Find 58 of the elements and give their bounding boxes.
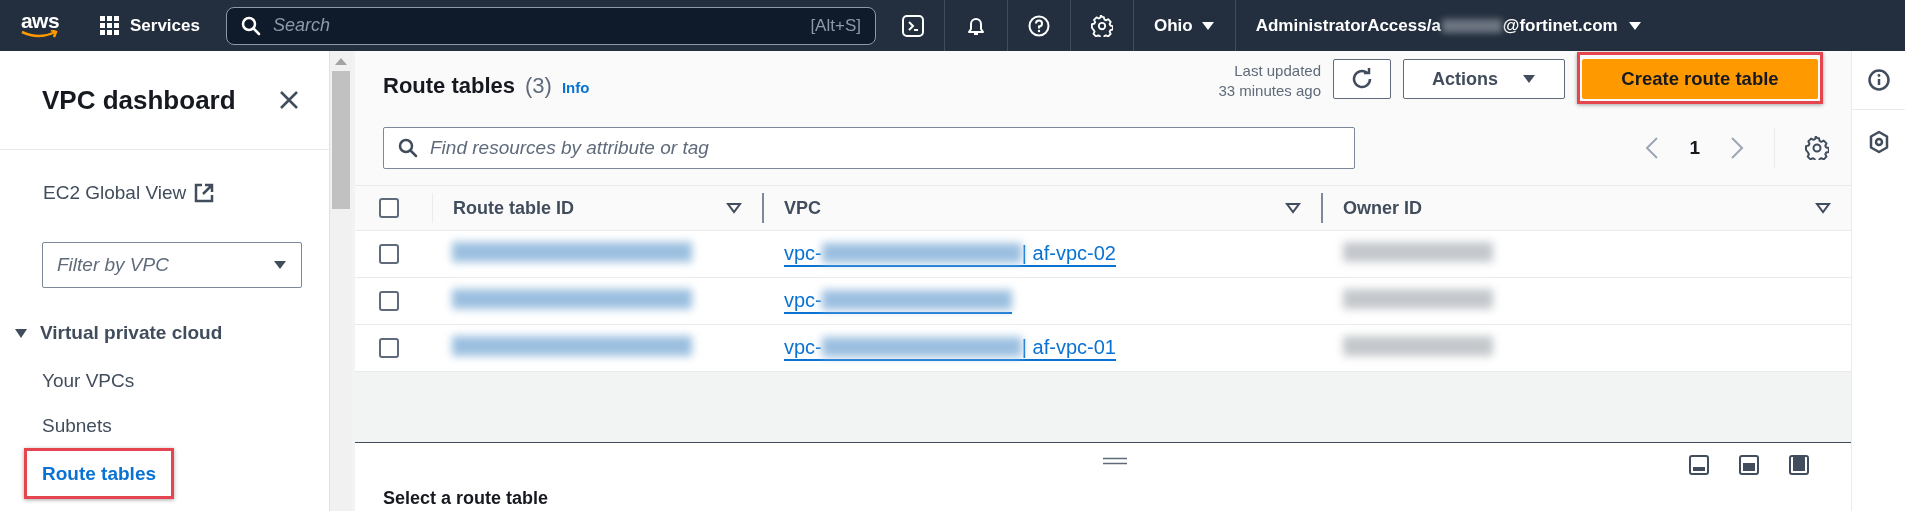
row-checkbox[interactable]: [379, 338, 399, 358]
external-link-icon: [194, 183, 215, 203]
select-all-checkbox[interactable]: [379, 198, 399, 218]
item-count: (3): [525, 73, 552, 99]
column-header[interactable]: Route table ID: [453, 197, 574, 219]
page-title: Route tables: [383, 73, 516, 99]
last-updated-text: Last updated 33 minutes ago: [1218, 61, 1321, 101]
panel-layout-icon[interactable]: [1739, 455, 1759, 475]
close-icon[interactable]: [279, 90, 300, 110]
sidebar-item[interactable]: Route tables: [24, 448, 175, 499]
column-header[interactable]: VPC: [784, 197, 821, 219]
vpc-link[interactable]: vpc-: [784, 288, 1012, 314]
column-header[interactable]: Owner ID: [1343, 197, 1422, 219]
panel-layout-icon[interactable]: [1689, 455, 1709, 475]
scrollbar-thumb[interactable]: [332, 71, 351, 209]
info-icon[interactable]: [1867, 69, 1890, 91]
refresh-icon: [1350, 67, 1374, 91]
sidebar-item[interactable]: Your VPCs: [24, 358, 153, 403]
info-link[interactable]: Info: [561, 79, 590, 96]
caret-icon: [273, 260, 287, 270]
filter-dropdown[interactable]: Filter by VPC: [42, 242, 302, 288]
account-menu[interactable]: AdministratorAccess/a @fortinet.com: [1255, 15, 1642, 36]
caret-icon: [1627, 20, 1642, 31]
search-field[interactable]: Search [Alt+S]: [225, 6, 876, 45]
sidebar-title: VPC dashboard: [42, 84, 236, 116]
row-checkbox[interactable]: [379, 291, 399, 311]
region-menu[interactable]: Ohio: [1153, 15, 1215, 36]
actions-button[interactable]: Actions: [1403, 59, 1565, 99]
sidebar-item[interactable]: Subnets: [24, 403, 130, 448]
page-number[interactable]: 1: [1689, 137, 1700, 159]
settings-icon[interactable]: [1805, 136, 1829, 160]
vpc-link[interactable]: vpc- | af-vpc-02: [784, 241, 1116, 267]
panel-layout-icon[interactable]: [1789, 455, 1809, 475]
services-menu[interactable]: Services: [100, 15, 200, 36]
redacted-text: [1441, 18, 1502, 33]
shortcut-hint: [Alt+S]: [810, 15, 861, 36]
resize-handle-icon[interactable]: [1103, 457, 1127, 465]
search-icon: [240, 15, 261, 36]
sort-icon[interactable]: [1815, 202, 1831, 214]
sort-icon[interactable]: [726, 202, 742, 214]
sort-icon[interactable]: [1285, 202, 1301, 214]
help-icon[interactable]: [1027, 14, 1050, 37]
search-icon: [398, 138, 418, 158]
row-checkbox[interactable]: [379, 244, 399, 264]
grid-icon: [100, 15, 120, 36]
hexagon-icon[interactable]: [1867, 130, 1890, 154]
vpc-link[interactable]: vpc- | af-vpc-01: [784, 335, 1116, 361]
search-field[interactable]: Find resources by attribute or tag: [383, 127, 1355, 169]
panel-title: Select a route table: [383, 487, 550, 509]
sidebar-link[interactable]: EC2 Global View: [43, 182, 330, 204]
caret-icon: [1522, 74, 1536, 84]
section-header[interactable]: Virtual private cloud: [14, 322, 330, 344]
caret-icon: [1200, 20, 1215, 31]
terminal-icon[interactable]: [901, 14, 924, 37]
aws-logo[interactable]: aws: [20, 11, 60, 40]
create-button[interactable]: Create route table: [1582, 59, 1818, 99]
scrollbar[interactable]: [329, 51, 352, 511]
refresh-button[interactable]: [1333, 59, 1391, 99]
